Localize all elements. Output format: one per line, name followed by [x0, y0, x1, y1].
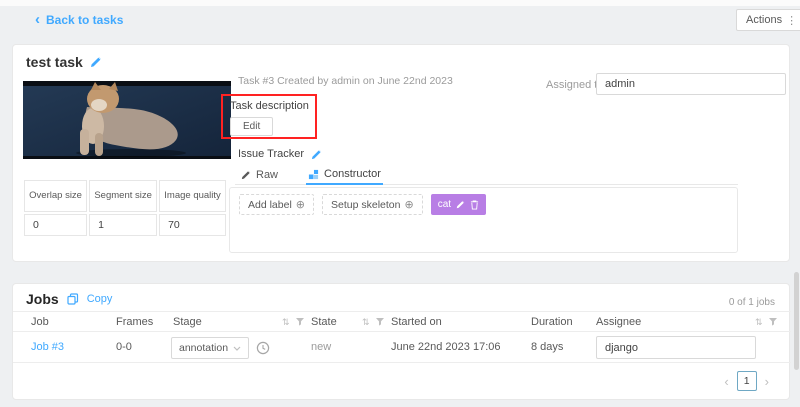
task-card: test task Overlap size Segment size Imag…	[12, 44, 790, 262]
pagination-page-1[interactable]: 1	[736, 371, 757, 391]
task-assignee-input[interactable]	[596, 73, 786, 95]
tab-raw-label: Raw	[256, 168, 279, 181]
col-state: State	[311, 316, 337, 328]
edit-title-pencil-icon[interactable]	[90, 56, 102, 68]
job-assignee-input[interactable]	[596, 336, 756, 359]
actions-button[interactable]: Actions ⋮	[736, 9, 800, 31]
history-clock-icon	[256, 341, 270, 355]
back-to-tasks-label: Back to tasks	[46, 13, 124, 27]
segment-size-value: 1	[89, 214, 158, 236]
jobs-header-row: Jobs Copy	[26, 291, 112, 307]
stage-select-value: annotation	[179, 342, 229, 354]
col-stage: Stage	[173, 316, 202, 328]
task-params-table: Overlap size Segment size Image quality …	[22, 178, 228, 238]
copy-link[interactable]: Copy	[87, 293, 113, 305]
pencil-icon	[241, 170, 251, 180]
job-frames: 0-0	[116, 341, 132, 353]
copy-icon[interactable]	[67, 293, 79, 305]
edit-label-pencil-icon[interactable]	[456, 200, 465, 209]
task-meta: Task #3 Created by admin on June 22nd 20…	[238, 75, 453, 87]
blocks-icon	[308, 169, 319, 180]
plus-circle-icon: ⊕	[404, 199, 414, 211]
setup-skeleton-text: Setup skeleton	[331, 198, 401, 211]
add-label-button[interactable]: Add label ⊕	[239, 194, 315, 215]
params-header-row: Overlap size Segment size Image quality	[24, 180, 226, 212]
top-strip	[0, 0, 800, 6]
job-started-on: June 22nd 2023 17:06	[391, 341, 501, 353]
actions-label: Actions	[746, 14, 783, 26]
labels-constructor-panel: Add label ⊕ Setup skeleton ⊕ cat	[229, 187, 738, 253]
col-frames: Frames	[116, 316, 154, 328]
chevron-left-icon: ‹	[35, 11, 40, 28]
tab-constructor[interactable]: Constructor	[306, 165, 383, 185]
params-value-row: 0 1 70	[24, 214, 226, 236]
more-vertical-icon: ⋮	[786, 14, 798, 27]
task-preview-image	[23, 81, 231, 159]
add-label-text: Add label	[248, 198, 292, 211]
job-duration: 8 days	[531, 341, 564, 353]
edit-description-button[interactable]: Edit	[230, 117, 274, 136]
delete-label-trash-icon[interactable]	[470, 200, 479, 210]
segment-size-header: Segment size	[89, 180, 158, 212]
tab-raw[interactable]: Raw	[239, 165, 280, 184]
cat-preview-illustration	[23, 81, 231, 159]
labels-tabs: Raw Constructor	[235, 165, 738, 185]
overlap-size-header: Overlap size	[24, 180, 88, 212]
col-duration: Duration	[531, 316, 573, 328]
assigned-to-label: Assigned to	[546, 79, 604, 91]
stage-sort-icon[interactable]: ⇅	[282, 317, 289, 328]
overlap-size-value: 0	[24, 214, 88, 236]
plus-circle-icon: ⊕	[295, 199, 306, 211]
back-to-tasks-link[interactable]: ‹ Back to tasks	[35, 11, 124, 28]
col-assignee: Assignee	[596, 316, 642, 328]
label-chip-name: cat	[437, 199, 452, 210]
image-quality-header: Image quality	[159, 180, 226, 212]
assignee-filter-icon[interactable]	[769, 318, 777, 326]
assignee-sort-icon[interactable]: ⇅	[755, 317, 762, 328]
stage-filter-icon[interactable]	[296, 318, 304, 326]
image-quality-value: 70	[159, 214, 226, 236]
task-title-row: test task	[26, 54, 102, 70]
task-title: test task	[26, 54, 83, 70]
jobs-count: 0 of 1 jobs	[728, 297, 775, 308]
edit-button-label: Edit	[243, 121, 261, 132]
col-job: Job	[31, 316, 49, 328]
issue-tracker-row: Issue Tracker	[238, 148, 322, 160]
edit-issue-tracker-pencil-icon[interactable]	[311, 149, 322, 160]
stage-select[interactable]: annotation	[171, 337, 249, 359]
jobs-table-header: Job Frames Stage ⇅ State ⇅ Started on Du…	[13, 311, 791, 332]
job-state: new	[311, 341, 332, 353]
issue-tracker-label: Issue Tracker	[238, 148, 305, 160]
job-link[interactable]: Job #3	[31, 341, 64, 353]
jobs-card: Jobs Copy 0 of 1 jobs Job Frames Stage ⇅…	[12, 283, 791, 400]
setup-skeleton-button[interactable]: Setup skeleton ⊕	[322, 194, 423, 215]
label-chip[interactable]: cat	[430, 194, 487, 215]
jobs-pagination: ‹ 1 ›	[724, 371, 769, 391]
jobs-heading: Jobs	[26, 291, 59, 307]
tab-constructor-label: Constructor	[324, 168, 381, 180]
chevron-down-icon	[233, 346, 241, 351]
state-filter-icon[interactable]	[376, 318, 384, 326]
pagination-prev-icon[interactable]: ‹	[724, 374, 728, 389]
state-sort-icon[interactable]: ⇅	[362, 317, 369, 328]
pagination-next-icon[interactable]: ›	[765, 374, 769, 389]
cvat-task-details-page: ‹ Back to tasks Actions ⋮ test task Over…	[0, 0, 800, 407]
task-description-label: Task description	[230, 100, 309, 112]
scrollbar-thumb[interactable]	[794, 272, 799, 370]
job-table-row: Job #3 0-0 annotation new June 22nd 2023…	[13, 332, 791, 363]
col-started-on: Started on	[391, 316, 442, 328]
